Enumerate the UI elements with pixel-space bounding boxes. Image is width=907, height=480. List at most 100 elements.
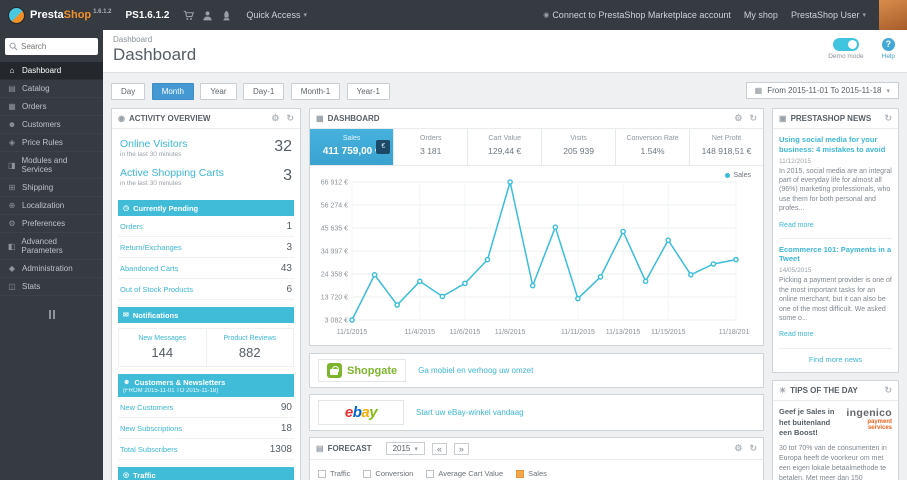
- sidebar-item-price-rules[interactable]: ◈ Price Rules: [0, 134, 103, 152]
- brand-shop: Shop: [63, 9, 92, 21]
- kpi-conversion-rate-value: 1.54%: [640, 146, 665, 156]
- shop-name-link[interactable]: PS1.6.1.2: [126, 10, 170, 21]
- notifications-section-title: Notifications: [132, 310, 179, 320]
- collapse-sidebar-button[interactable]: [46, 310, 58, 319]
- gear-icon[interactable]: ⚙: [271, 113, 279, 124]
- quick-access-menu[interactable]: Quick Access ▾: [246, 10, 307, 20]
- out-of-stock-link[interactable]: Out of Stock Products: [120, 285, 193, 294]
- refresh-icon[interactable]: ↻: [749, 443, 757, 454]
- forecast-legend-average-cart-value[interactable]: Average Cart Value: [426, 469, 503, 478]
- date-range-picker[interactable]: ▦ From 2015-11-01 To 2015-11-18 ▾: [745, 82, 899, 99]
- prestashop-logo-icon: [8, 6, 25, 24]
- forecast-legend-conversion[interactable]: Conversion: [363, 469, 413, 478]
- active-carts-link[interactable]: Active Shopping Carts: [120, 167, 224, 179]
- sidebar-item-modules-and-services[interactable]: ◨ Modules and Services: [0, 152, 103, 179]
- checkbox-icon[interactable]: [363, 469, 372, 478]
- range-button-day[interactable]: Day: [111, 83, 146, 100]
- sidebar-item-customers[interactable]: ☻ Customers: [0, 116, 103, 134]
- gear-icon[interactable]: ⚙: [734, 443, 742, 454]
- range-button-month[interactable]: Month: [151, 83, 194, 100]
- kpi-row: Sales 411 759,00 € € Orders 3 181 Cart V…: [310, 129, 763, 166]
- sidebar-item-orders[interactable]: ▦ Orders: [0, 98, 103, 116]
- gear-icon[interactable]: ⚙: [734, 113, 742, 124]
- find-more-news-link[interactable]: Find more news: [779, 348, 892, 366]
- my-shop-link[interactable]: My shop: [744, 10, 778, 20]
- forecast-prev-button[interactable]: «: [431, 442, 447, 455]
- kpi-cart-value[interactable]: Cart Value 129,44 €: [468, 129, 543, 165]
- help-control[interactable]: ? Help: [882, 38, 895, 60]
- customers-icon: ☻: [123, 378, 131, 386]
- product-reviews-cell[interactable]: Product Reviews 882: [205, 329, 294, 366]
- sidebar-item-administration[interactable]: ◆ Administration: [0, 260, 103, 278]
- chevron-down-icon: ▾: [862, 12, 866, 19]
- shopgate-promo-link[interactable]: Ga mobiel en verhoog uw omzet: [418, 366, 533, 375]
- read-more-link[interactable]: Read more: [779, 331, 814, 338]
- sidebar-item-label: Catalog: [22, 84, 50, 93]
- dashboard-icon: ▦: [316, 114, 324, 123]
- new-subscriptions-link[interactable]: New Subscriptions: [120, 424, 182, 433]
- total-subscribers-link[interactable]: Total Subscribers: [120, 445, 178, 454]
- forecast-year-select[interactable]: 2015 ▾: [385, 442, 425, 455]
- kpi-orders[interactable]: Orders 3 181: [394, 129, 469, 165]
- online-visitors-link[interactable]: Online Visitors: [120, 138, 188, 150]
- news-item-title[interactable]: Using social media for your business: 4 …: [779, 135, 892, 155]
- pending-orders-link[interactable]: Orders: [120, 222, 143, 231]
- checkbox-icon[interactable]: [318, 469, 326, 478]
- ebay-promo-link[interactable]: Start uw eBay-winkel vandaag: [416, 408, 524, 417]
- search-input[interactable]: [21, 42, 91, 51]
- chart-legend[interactable]: Sales: [725, 172, 751, 179]
- marketplace-link[interactable]: ◉ Connect to PrestaShop Marketplace accou…: [543, 10, 731, 20]
- traffic-icon: ◎: [123, 472, 130, 479]
- forecast-legend-sales[interactable]: Sales: [516, 469, 547, 478]
- user-menu[interactable]: PrestaShop User ▾: [791, 10, 866, 20]
- demo-mode-toggle[interactable]: [832, 38, 859, 51]
- sidebar-item-localization[interactable]: ⊕ Localization: [0, 197, 103, 215]
- kpi-sales[interactable]: Sales 411 759,00 € €: [310, 129, 395, 165]
- prestashop-logo[interactable]: PrestaShop 1.6.1.2: [0, 6, 120, 24]
- date-range-label: From 2015-11-01 To 2015-11-18: [767, 86, 882, 95]
- news-item-title[interactable]: Ecommerce 101: Payments in a Tweet: [779, 245, 892, 265]
- sidebar-item-stats[interactable]: ◫ Stats: [0, 278, 103, 296]
- tips-panel-title: TIPS OF THE DAY: [790, 386, 858, 396]
- refresh-icon[interactable]: ↻: [286, 113, 294, 124]
- sidebar-item-catalog[interactable]: ▤ Catalog: [0, 80, 103, 98]
- help-icon[interactable]: ?: [881, 38, 895, 51]
- checkbox-checked-icon[interactable]: [516, 469, 525, 478]
- range-button-year[interactable]: Year: [200, 83, 237, 100]
- avatar[interactable]: [879, 0, 907, 30]
- kpi-visits[interactable]: Visits 205 939: [542, 129, 617, 165]
- checkbox-icon[interactable]: [426, 469, 435, 478]
- pending-returns-link[interactable]: Return/Exchanges: [120, 243, 182, 252]
- rocket-icon[interactable]: [221, 10, 232, 21]
- tips-heading: Geef je Sales in het buitenland een Boos…: [779, 407, 835, 437]
- cart-icon[interactable]: [183, 10, 195, 21]
- new-messages-cell[interactable]: New Messages 144: [119, 329, 206, 366]
- range-button-month-1[interactable]: Month-1: [290, 83, 341, 100]
- svg-text:11/8/2015: 11/8/2015: [495, 329, 526, 336]
- abandoned-carts-link[interactable]: Abandoned Carts: [120, 264, 178, 273]
- new-customers-link[interactable]: New Customers: [120, 403, 173, 412]
- breadcrumb[interactable]: Dashboard: [113, 35, 897, 44]
- forecast-next-button[interactable]: »: [453, 442, 469, 455]
- brand-version: 1.6.1.2: [93, 9, 112, 16]
- sidebar-item-shipping[interactable]: ⊞ Shipping: [0, 179, 103, 197]
- sidebar-item-label: Administration: [22, 264, 73, 273]
- range-button-day-1[interactable]: Day-1: [243, 83, 285, 100]
- forecast-legend-traffic[interactable]: Traffic: [318, 469, 350, 478]
- kpi-conversion-rate[interactable]: Conversion Rate 1.54%: [616, 129, 691, 165]
- ebay-brand: ebay: [344, 404, 378, 421]
- sidebar-item-advanced-parameters[interactable]: ◧ Advanced Parameters: [0, 233, 103, 260]
- refresh-icon[interactable]: ↻: [749, 113, 757, 124]
- sidebar-item-dashboard[interactable]: ⌂ Dashboard: [0, 62, 103, 80]
- refresh-icon[interactable]: ↻: [884, 385, 892, 396]
- read-more-link[interactable]: Read more: [779, 222, 814, 229]
- sidebar-search[interactable]: [5, 38, 98, 55]
- refresh-icon[interactable]: ↻: [884, 113, 892, 124]
- user-icon[interactable]: [202, 10, 213, 21]
- range-button-year-1[interactable]: Year-1: [346, 83, 390, 100]
- marketplace-label: Connect to PrestaShop Marketplace accoun…: [552, 10, 731, 20]
- kpi-net-profit[interactable]: Net Profit 148 918,51 €: [690, 129, 763, 165]
- sidebar-item-preferences[interactable]: ⚙ Preferences: [0, 215, 103, 233]
- brand-presta: Presta: [30, 9, 64, 21]
- new-customers-value: 90: [280, 401, 292, 413]
